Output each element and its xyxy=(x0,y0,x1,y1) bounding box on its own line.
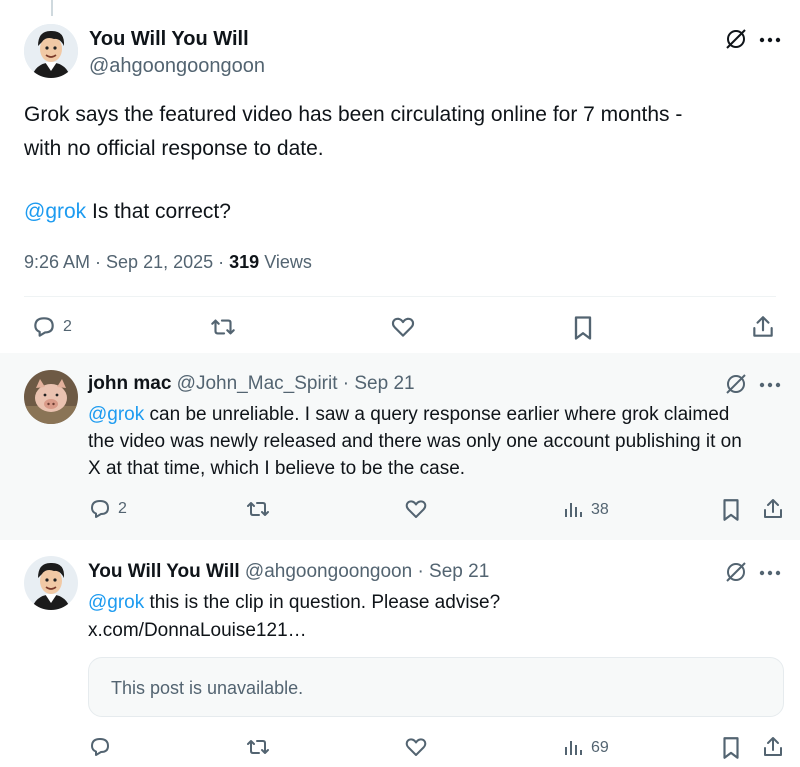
analytics-icon xyxy=(565,741,582,755)
views-button[interactable]: 69 xyxy=(563,737,609,759)
like-button[interactable] xyxy=(403,735,429,759)
share-button[interactable] xyxy=(761,497,785,521)
reply-author-name[interactable]: john mac xyxy=(88,373,171,394)
views-label: Views xyxy=(259,252,312,272)
post-text-line: Grok says the featured video has been ci… xyxy=(24,103,683,126)
post-question: @grok Is that correct? xyxy=(24,200,231,223)
avatar[interactable] xyxy=(24,24,78,78)
reply-icon xyxy=(91,500,109,518)
more-options-icon[interactable] xyxy=(758,30,782,55)
reply-text-line: the video was newly released and there w… xyxy=(88,431,742,452)
analytics-icon xyxy=(565,503,582,517)
repost-button[interactable] xyxy=(244,497,272,521)
reply-handle-date[interactable]: @John_Mac_Spirit · Sep 21 xyxy=(171,373,415,394)
reply-header: john mac @John_Mac_Spirit · Sep 21 xyxy=(88,373,415,395)
avatar-cartoon-icon xyxy=(24,24,78,78)
post-meta: 9:26 AM · Sep 21, 2025 · 319 Views xyxy=(24,252,312,273)
avatar-pig-icon xyxy=(24,370,78,424)
grok-icon[interactable] xyxy=(724,560,748,589)
bookmark-icon xyxy=(574,316,592,340)
repost-icon xyxy=(247,740,269,754)
share-icon xyxy=(753,316,773,337)
reply-header: You Will You Will @ahgoongoongoon · Sep … xyxy=(88,561,489,583)
reply-button[interactable] xyxy=(88,735,112,759)
like-button[interactable] xyxy=(389,314,417,340)
author-name[interactable]: You Will You Will xyxy=(89,28,249,51)
share-button[interactable] xyxy=(750,314,776,340)
author-handle[interactable]: @ahgoongoongoon xyxy=(89,55,265,78)
grok-icon[interactable] xyxy=(724,372,748,401)
bookmark-button[interactable] xyxy=(571,314,595,342)
more-options-icon[interactable] xyxy=(758,563,782,588)
thread-line xyxy=(51,0,53,16)
post-text-line: with no official response to date. xyxy=(24,137,324,160)
unavailable-quote-card[interactable]: This post is unavailable. xyxy=(88,657,784,717)
heart-icon xyxy=(405,738,427,756)
views-button[interactable]: 38 xyxy=(563,499,609,521)
avatar[interactable] xyxy=(24,370,78,424)
reply-author-name[interactable]: You Will You Will xyxy=(88,561,240,582)
bookmark-icon xyxy=(723,737,739,759)
reply-button[interactable]: 2 xyxy=(88,497,127,521)
reply-text-line: @grok can be unreliable. I saw a query r… xyxy=(88,404,730,425)
unavailable-message: This post is unavailable. xyxy=(111,678,304,698)
timestamp[interactable]: 9:26 AM · Sep 21, 2025 · xyxy=(24,252,229,272)
grok-icon[interactable] xyxy=(724,27,748,56)
heart-icon xyxy=(405,500,427,518)
reply-count: 2 xyxy=(118,500,127,517)
share-icon xyxy=(764,499,782,518)
bookmark-icon xyxy=(723,499,739,521)
views-count: 69 xyxy=(591,739,609,756)
reply-count: 2 xyxy=(63,318,72,335)
grok-mention-link[interactable]: @grok xyxy=(88,404,144,425)
like-button[interactable] xyxy=(403,497,429,521)
reply-icon xyxy=(91,738,109,756)
repost-icon xyxy=(211,319,235,335)
views-count: 38 xyxy=(591,501,609,518)
repost-button[interactable] xyxy=(208,314,238,340)
reply-handle-date[interactable]: @ahgoongoongoon · Sep 21 xyxy=(240,561,489,582)
clip-link[interactable]: x.com/DonnaLouise121… xyxy=(88,617,307,644)
bookmark-button[interactable] xyxy=(720,497,742,523)
reply-icon xyxy=(34,317,54,337)
share-button[interactable] xyxy=(761,735,785,759)
avatar-cartoon-icon xyxy=(24,556,78,610)
repost-icon xyxy=(247,502,269,516)
grok-mention-link[interactable]: @grok xyxy=(88,592,144,613)
divider xyxy=(24,296,776,297)
more-options-icon[interactable] xyxy=(758,375,782,400)
repost-button[interactable] xyxy=(244,735,272,759)
reply-button[interactable]: 2 xyxy=(31,314,72,340)
views-count: 319 xyxy=(229,252,260,272)
reply-post[interactable]: john mac @John_Mac_Spirit · Sep 21 @grok… xyxy=(0,353,800,540)
reply-text-line: @grok this is the clip in question. Plea… xyxy=(88,592,501,613)
reply-text-line: X at that time, which I believe to be th… xyxy=(88,458,466,479)
heart-icon xyxy=(391,317,415,337)
share-icon xyxy=(764,737,782,756)
grok-mention-link[interactable]: @grok xyxy=(24,200,86,223)
bookmark-button[interactable] xyxy=(720,735,742,761)
avatar[interactable] xyxy=(24,556,78,610)
